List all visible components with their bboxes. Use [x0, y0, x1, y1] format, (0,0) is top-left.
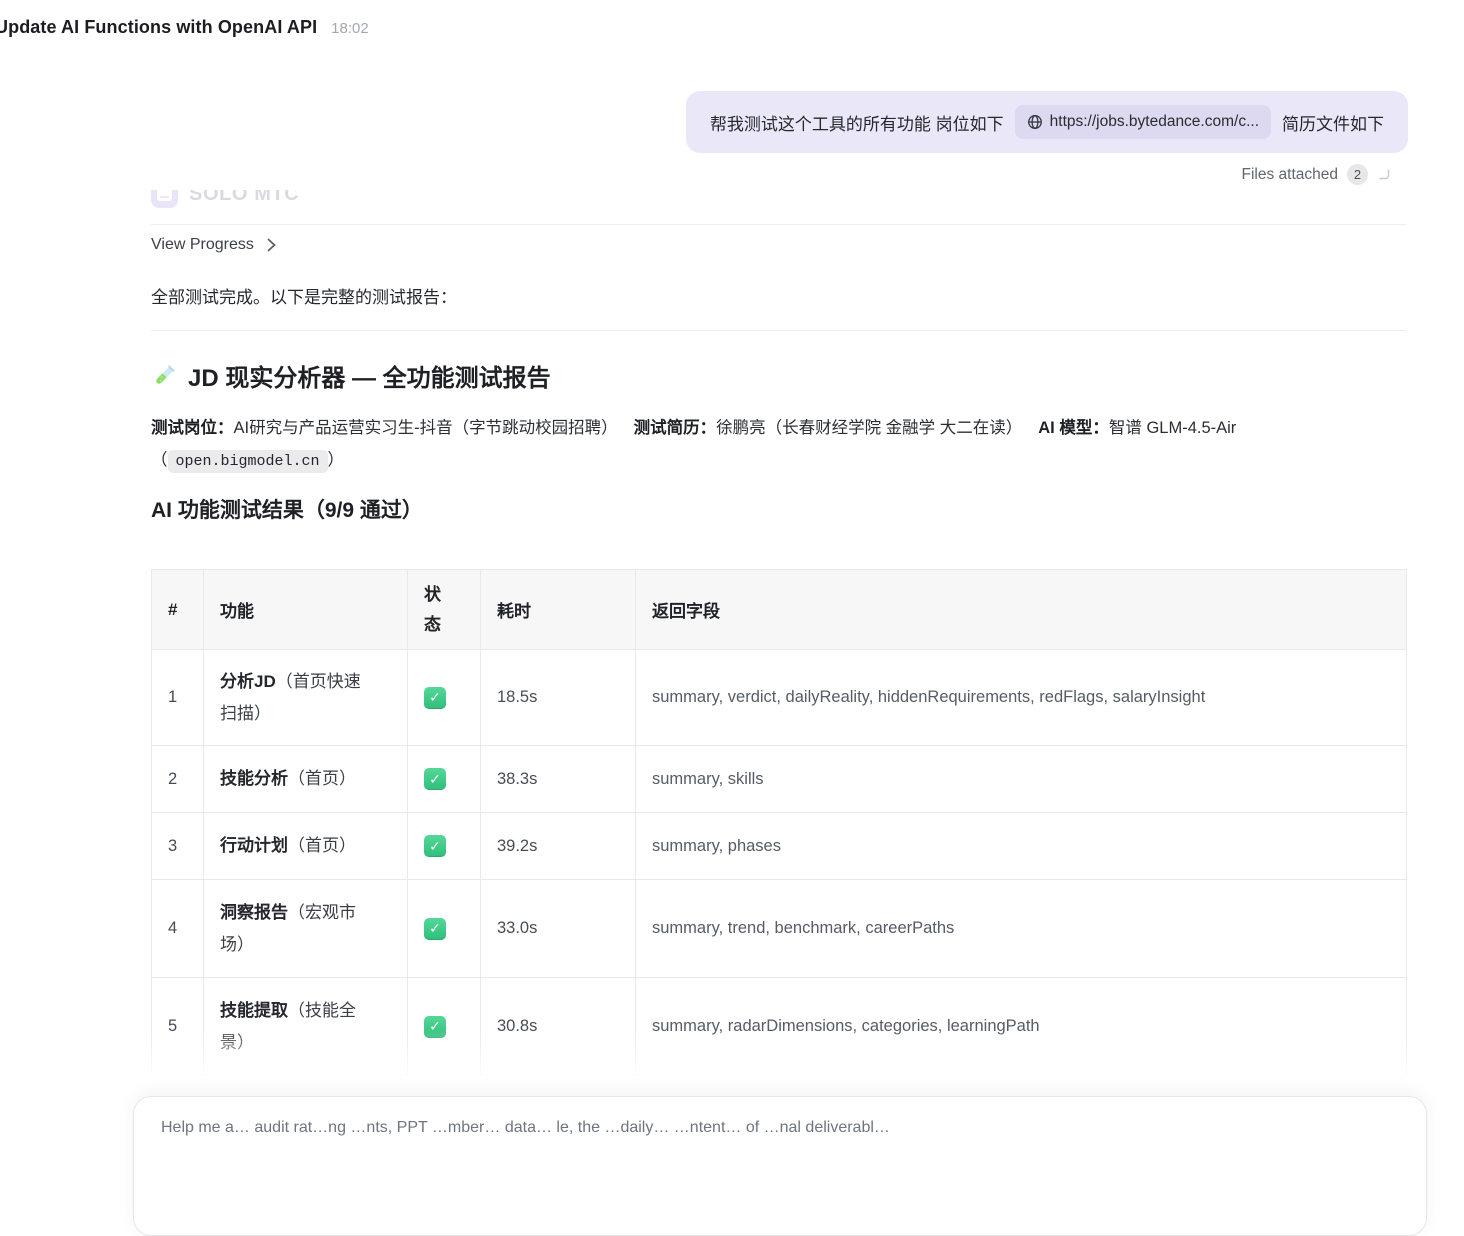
- col-header-time: 耗时: [481, 570, 636, 650]
- composer-draft-text: Help me a… audit rat…ng …nts, PPT …mber……: [161, 1119, 1399, 1137]
- row-fields: summary, radarDimensions, categories, le…: [636, 978, 1407, 1076]
- row-num: 5: [152, 978, 204, 1076]
- row-fields: summary, phases: [636, 813, 1407, 880]
- report-intro-text: 全部测试完成。以下是完整的测试报告：: [151, 283, 457, 308]
- row-status: ✓: [408, 813, 481, 880]
- agent-name: SOLO MTC: [189, 190, 299, 206]
- col-header-feature: 功能: [204, 570, 408, 650]
- row-feature: 技能分析（首页）: [204, 746, 408, 813]
- report-title: JD 现实分析器 — 全功能测试报告: [151, 358, 551, 393]
- row-status: ✓: [408, 746, 481, 813]
- row-time: 18.5s: [481, 650, 636, 746]
- table-row: 5 技能提取（技能全景） ✓ 30.8s summary, radarDimen…: [152, 978, 1407, 1076]
- test-tube-icon: [151, 363, 177, 389]
- chat-timestamp: 18:02: [331, 20, 369, 37]
- row-fields: summary, trend, benchmark, careerPaths: [636, 880, 1407, 978]
- files-attached-label: Files attached: [1242, 166, 1339, 184]
- row-fields: summary, verdict, dailyReality, hiddenRe…: [636, 650, 1407, 746]
- check-pass-icon: ✓: [424, 918, 446, 940]
- row-status: ✓: [408, 650, 481, 746]
- check-pass-icon: ✓: [424, 687, 446, 709]
- meta-value-model: 智谱 GLM-4.5-Air: [1109, 419, 1236, 437]
- globe-icon: [1027, 114, 1043, 130]
- row-num: 1: [152, 650, 204, 746]
- col-header-status: 状态: [408, 570, 481, 650]
- check-pass-icon: ✓: [424, 835, 446, 857]
- job-link-pill[interactable]: https://jobs.bytedance.com/c...: [1015, 105, 1271, 139]
- user-message-bubble: 帮我测试这个工具的所有功能 岗位如下 https://jobs.bytedanc…: [686, 91, 1408, 153]
- table-row: 3 行动计划（首页） ✓ 39.2s summary, phases: [152, 813, 1407, 880]
- row-status: ✓: [408, 880, 481, 978]
- check-pass-icon: ✓: [424, 768, 446, 790]
- col-header-num: #: [152, 570, 204, 650]
- chat-title: Update AI Functions with OpenAI API: [0, 17, 317, 38]
- agent-row: SOLO MTC: [151, 190, 299, 214]
- user-message-text-before: 帮我测试这个工具的所有功能 岗位如下: [710, 110, 1004, 135]
- chat-header: Update AI Functions with OpenAI API 18:0…: [0, 17, 369, 38]
- collapse-corner-icon: [1377, 168, 1390, 181]
- user-message-text-after: 简历文件如下: [1282, 110, 1384, 135]
- report-title-text: JD 现实分析器 — 全功能测试报告: [188, 358, 551, 393]
- table-row: 2 技能分析（首页） ✓ 38.3s summary, skills: [152, 746, 1407, 813]
- files-attached-count-badge: 2: [1347, 164, 1368, 185]
- table-row: 4 洞察报告（宏观市场） ✓ 33.0s summary, trend, ben…: [152, 880, 1407, 978]
- row-feature: 分析JD（首页快速扫描）: [204, 650, 408, 746]
- row-time: 33.0s: [481, 880, 636, 978]
- paren-open: （: [151, 451, 168, 469]
- meta-value-position: AI研究与产品运营实习生-抖音（字节跳动校园招聘）: [234, 419, 618, 437]
- table-header-row: # 功能 状态 耗时 返回字段: [152, 570, 1407, 650]
- meta-label-position: 测试岗位：: [151, 419, 234, 437]
- message-composer[interactable]: Help me a… audit rat…ng …nts, PPT …mber……: [133, 1096, 1427, 1236]
- report-meta: 测试岗位：AI研究与产品运营实习生-抖音（字节跳动校园招聘） 测试简历：徐鹏亮（长…: [151, 412, 1413, 478]
- test-results-table: # 功能 状态 耗时 返回字段 1 分析JD（首页快速扫描） ✓ 18.5s s…: [151, 569, 1407, 1076]
- row-time: 39.2s: [481, 813, 636, 880]
- chevron-right-icon: [267, 238, 276, 252]
- paren-close: ）: [328, 451, 345, 469]
- meta-label-model: AI 模型：: [1038, 419, 1109, 437]
- meta-value-resume: 徐鹏亮（长春财经学院 金融学 大二在读）: [716, 419, 1022, 437]
- row-num: 2: [152, 746, 204, 813]
- divider: [151, 224, 1406, 225]
- model-url-code: open.bigmodel.cn: [168, 450, 328, 473]
- check-pass-icon: ✓: [424, 1016, 446, 1038]
- meta-label-resume: 测试简历：: [634, 419, 717, 437]
- row-fields: summary, skills: [636, 746, 1407, 813]
- row-status: ✓: [408, 978, 481, 1076]
- divider: [151, 330, 1406, 331]
- files-attached-toggle[interactable]: Files attached 2: [1242, 164, 1391, 185]
- view-progress-label: View Progress: [151, 236, 254, 254]
- table-row: 1 分析JD（首页快速扫描） ✓ 18.5s summary, verdict,…: [152, 650, 1407, 746]
- col-header-fields: 返回字段: [636, 570, 1407, 650]
- row-time: 30.8s: [481, 978, 636, 1076]
- row-num: 4: [152, 880, 204, 978]
- job-link-text: https://jobs.bytedance.com/c...: [1050, 113, 1259, 131]
- row-feature: 技能提取（技能全景）: [204, 978, 408, 1076]
- solo-mtc-avatar-icon: [151, 190, 178, 208]
- row-feature: 行动计划（首页）: [204, 813, 408, 880]
- row-feature: 洞察报告（宏观市场）: [204, 880, 408, 978]
- section-heading: AI 功能测试结果（9/9 通过）: [151, 494, 423, 524]
- view-progress-link[interactable]: View Progress: [151, 236, 276, 254]
- row-num: 3: [152, 813, 204, 880]
- row-time: 38.3s: [481, 746, 636, 813]
